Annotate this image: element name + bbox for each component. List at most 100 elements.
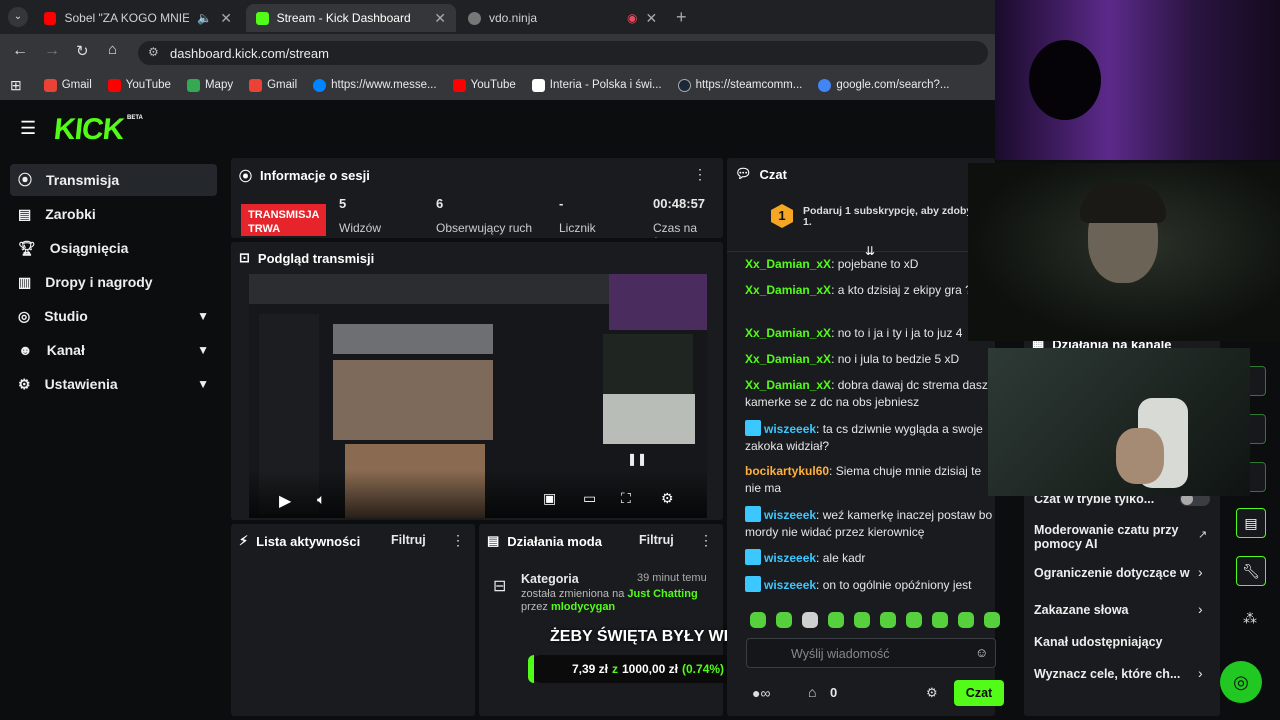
sidebar-item-osiagniecia[interactable]: 🏆︎ Osiągnięcia (10, 232, 217, 264)
chat-username[interactable]: Xx_Damian_xX (745, 283, 831, 297)
theater-icon[interactable]: ▭ (583, 490, 596, 507)
close-icon[interactable]: ✕ (434, 10, 446, 27)
emote-icon[interactable] (984, 612, 1000, 628)
volume-icon[interactable]: 🔈︎ (317, 491, 325, 508)
more-actions-icon[interactable]: ⁂ (1243, 610, 1257, 627)
bookmark[interactable]: https://steamcomm... (670, 78, 811, 92)
wrench-button[interactable]: 🔧︎ (1236, 556, 1266, 586)
bookmark[interactable]: https://www.messe... (305, 78, 444, 92)
bookmark[interactable]: YouTube (100, 78, 179, 92)
chat-input[interactable]: Wyślij wiadomość ☺ (746, 638, 996, 668)
more-options-icon[interactable]: ⋮ (451, 532, 465, 549)
bookmark[interactable]: google.com/search?... (810, 78, 957, 92)
chat-username[interactable]: Xx_Damian_xX (745, 378, 831, 392)
emote-icon[interactable] (906, 612, 922, 628)
channel-action-label: Kanał udostępniający (1034, 635, 1163, 649)
sidebar-item-dropy[interactable]: ▥ Dropy i nagrody (10, 266, 217, 298)
chat-username[interactable]: Xx_Damian_xX (745, 352, 831, 366)
video-thumbnail (333, 324, 493, 354)
google-icon (818, 78, 832, 92)
emote-icon[interactable] (854, 612, 870, 628)
store-icon[interactable]: ⌂ (808, 684, 816, 700)
sidebar-item-zarobki[interactable]: ▤ Zarobki (10, 198, 217, 230)
tab-kick[interactable]: Stream - Kick Dashboard ✕ (246, 4, 456, 32)
home-icon[interactable]: ⌂ (108, 41, 117, 58)
channel-action-item[interactable]: Wyznacz cele, które ch... (1034, 667, 1194, 681)
bookmark-label: YouTube (470, 79, 516, 91)
apps-icon[interactable]: ⊞ (8, 77, 36, 94)
chat-username[interactable]: wiszeeek (764, 578, 816, 592)
pip-icon[interactable]: ▣ (543, 490, 556, 507)
tab-title: vdo.ninja (489, 11, 538, 25)
bookmark[interactable]: Mapy (179, 78, 241, 92)
emote-icon[interactable] (750, 612, 766, 628)
back-icon[interactable]: ← (12, 42, 28, 60)
tab-youtube[interactable]: Sobel "ZA KOGO MNIE MA 🔈 ✕ (34, 4, 242, 32)
mod-entry-line: przez mlodycygan (521, 601, 615, 613)
sidebar-item-studio[interactable]: ◎ Studio ▼ (10, 300, 217, 332)
emote-icon[interactable] (958, 612, 974, 628)
chat-username[interactable]: Xx_Damian_xX (745, 257, 831, 271)
url-field[interactable]: ⚙ dashboard.kick.com/stream (138, 41, 988, 65)
emote-icon[interactable] (802, 612, 818, 628)
kick-logo[interactable]: KICK (52, 113, 125, 147)
emoji-icon[interactable]: ☺ (975, 645, 988, 660)
support-button[interactable]: ◎ (1220, 661, 1262, 703)
channel-action-item[interactable]: Zakazane słowa (1034, 603, 1212, 617)
site-info-icon[interactable]: ⚙ (148, 45, 159, 59)
reload-icon[interactable]: ↻ (76, 42, 89, 60)
fullscreen-icon[interactable]: ⛶ (621, 490, 631, 507)
chat-username[interactable]: wiszeeek (764, 551, 816, 565)
sub-gift-promo[interactable]: 1 Podaruj 1 subskrypcję, aby zdobyć 1. (727, 192, 995, 252)
bookmark[interactable]: YouTube (445, 78, 524, 92)
tab-search-button[interactable]: ⌄ (8, 7, 28, 27)
user-link[interactable]: mlodycygan (551, 601, 615, 613)
bookmark[interactable]: Gmail (241, 78, 305, 92)
channel-action-item[interactable]: Kanał udostępniający (1034, 635, 1212, 649)
sidebar-item-label: Dropy i nagrody (45, 274, 153, 290)
more-options-icon[interactable]: ⋮ (699, 532, 713, 549)
forward-icon[interactable]: → (44, 42, 60, 60)
filter-button[interactable]: Filtruj (639, 533, 674, 547)
sidebar-item-label: Kanał (46, 342, 85, 358)
goal-progress-fill (528, 655, 534, 683)
chat-username[interactable]: wiszeeek (764, 422, 816, 436)
bookmark-label: Mapy (204, 79, 234, 91)
earnings-icon: ▤ (18, 205, 32, 222)
bookmark[interactable]: Gmail (36, 78, 100, 92)
emote-icon[interactable] (880, 612, 896, 628)
chat-username[interactable]: bocikartykul60 (745, 464, 829, 478)
more-options-icon[interactable]: ⋮ (693, 166, 707, 183)
bookmark[interactable]: Interia - Polska i świ... (524, 78, 670, 92)
menu-icon[interactable]: ☰ (20, 118, 36, 139)
filter-button[interactable]: Filtruj (391, 533, 426, 547)
chat-username[interactable]: Xx_Damian_xX (745, 326, 831, 340)
layout-button[interactable]: ▤ (1236, 508, 1266, 538)
emote-icon[interactable] (932, 612, 948, 628)
new-tab-button[interactable]: + (676, 7, 687, 28)
stream-video[interactable]: ▶ 🔈︎ ▣ ▭ ⛶ ⚙ ❚❚ (249, 274, 707, 518)
chat-message: wiszeeek: ale kadr (745, 549, 995, 567)
chat-text: pojebane to xD (834, 257, 919, 271)
close-icon[interactable]: ✕ (645, 10, 657, 27)
broadcast-icon: ⦿ (18, 172, 32, 188)
sidebar-item-kanal[interactable]: ☻ Kanał ▼ (10, 334, 217, 366)
chat-send-button[interactable]: Czat (954, 680, 1004, 706)
chat-text: ale kadr (819, 551, 866, 565)
stat-label: Widzów (339, 221, 382, 235)
channel-action-item[interactable]: Moderowanie czatu przy pomocy AI (1034, 523, 1212, 551)
sidebar-item-ustawienia[interactable]: ⚙ Ustawienia ▼ (10, 368, 217, 400)
tab-vdo-ninja[interactable]: vdo.ninja ◉ ✕ (458, 4, 668, 32)
emote-icon[interactable] (828, 612, 844, 628)
close-icon[interactable]: ✕ (220, 10, 232, 27)
settings-icon[interactable]: ⚙ (661, 490, 674, 507)
chat-settings-icon[interactable]: ⚙ (926, 685, 938, 701)
emote-icon[interactable] (776, 612, 792, 628)
category-link[interactable]: Just Chatting (627, 588, 697, 600)
beta-badge: BETA (127, 115, 143, 121)
play-icon[interactable]: ▶ (279, 491, 291, 511)
sidebar-item-transmisja[interactable]: ⦿ Transmisja (10, 164, 217, 196)
chat-username[interactable]: wiszeeek (764, 508, 816, 522)
pause-icon[interactable]: ❚❚ (627, 452, 647, 466)
channel-action-item[interactable]: Ograniczenie dotyczące w (1034, 566, 1192, 580)
